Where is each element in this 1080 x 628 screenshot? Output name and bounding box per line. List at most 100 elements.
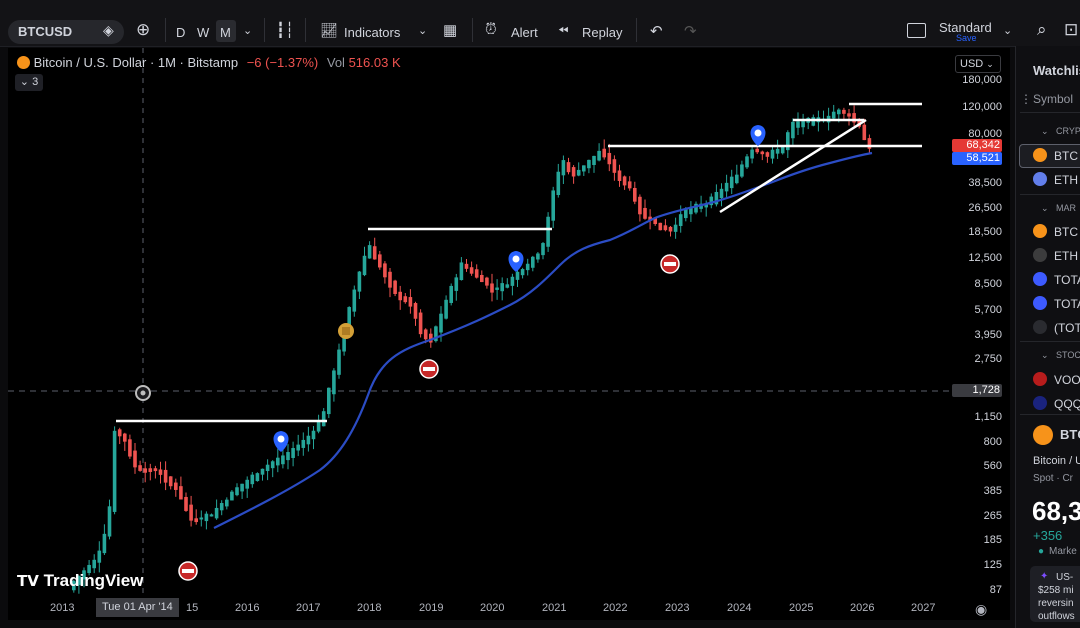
- time-axis-label: 2025: [789, 602, 814, 614]
- drag-handle-icon[interactable]: ⋮: [1020, 92, 1032, 106]
- candle-body: [531, 256, 535, 268]
- candle-body: [622, 176, 627, 186]
- candle-body: [194, 518, 198, 523]
- candle-body: [490, 283, 494, 293]
- watchlist-title[interactable]: Watchlis: [1033, 63, 1080, 78]
- candle-body: [383, 263, 387, 278]
- candle-body: [230, 491, 234, 501]
- watchlist-item[interactable]: VOO: [1054, 373, 1080, 387]
- watchlist-item[interactable]: ETH: [1054, 173, 1078, 187]
- section-markets-chevron[interactable]: ⌄: [1041, 203, 1049, 214]
- candle-body: [811, 117, 816, 126]
- candle-body: [255, 473, 260, 482]
- candle-body: [791, 121, 795, 139]
- watchlist-item[interactable]: TOTA: [1054, 273, 1080, 287]
- currency-dropdown[interactable]: USD ⌄: [955, 55, 1001, 73]
- candle-body: [225, 499, 229, 507]
- time-axis-label: 2022: [603, 602, 628, 614]
- candle-body: [291, 448, 295, 458]
- candle-body: [321, 411, 326, 427]
- candle-body: [525, 263, 530, 271]
- price-axis-label: 180,000: [962, 74, 1002, 86]
- candle-body: [408, 297, 413, 307]
- candle-body: [362, 255, 367, 276]
- candle-body: [546, 216, 550, 247]
- candle-body: [123, 433, 127, 442]
- eye-settings-icon[interactable]: ◉: [975, 601, 987, 618]
- watchlist-item[interactable]: TOTA: [1054, 297, 1080, 311]
- candle-body: [719, 188, 724, 199]
- candle-body: [592, 155, 596, 165]
- candle-body: [678, 214, 683, 227]
- candle-body: [388, 271, 392, 288]
- chevron-down-icon: ⌄: [19, 76, 30, 88]
- section-markets[interactable]: MAR: [1056, 203, 1076, 213]
- candle-body: [750, 149, 754, 159]
- candle-body: [780, 146, 785, 154]
- candle-body: [831, 111, 836, 119]
- watchlist-item[interactable]: BTC: [1054, 149, 1078, 163]
- candle-body: [133, 450, 137, 468]
- price-axis-label: 385: [983, 485, 1002, 497]
- ethereum-icon: [1033, 248, 1047, 262]
- bitcoin-icon: [1033, 425, 1053, 445]
- candle-body: [505, 284, 510, 288]
- section-stocks-chevron[interactable]: ⌄: [1041, 350, 1049, 361]
- candle-body: [643, 207, 647, 219]
- candle-body: [306, 435, 311, 445]
- candle-body: [740, 164, 744, 177]
- time-axis-label: 2017: [296, 602, 321, 614]
- symbol-column-header[interactable]: Symbol: [1033, 92, 1073, 106]
- halving-pin-2016: [273, 431, 289, 452]
- candle-body: [469, 267, 474, 274]
- candle-body: [398, 291, 402, 301]
- section-crypto-chevron[interactable]: ⌄: [1041, 126, 1049, 137]
- candle-body: [148, 468, 153, 472]
- candle-body: [837, 109, 841, 115]
- legend-vol-label: Vol: [326, 55, 345, 70]
- price-axis-label: 1,150: [974, 411, 1002, 423]
- bottom-marker-2015: [178, 561, 198, 581]
- candle-body: [199, 517, 204, 520]
- candle-body: [184, 496, 188, 511]
- ethereum-icon: [1033, 172, 1047, 186]
- candle-body: [556, 171, 561, 196]
- chart-legend: Bitcoin / U.S. Dollar · 1M · Bitstamp −6…: [17, 55, 401, 70]
- halving-pin-2024: [750, 125, 766, 146]
- candle-body: [663, 225, 668, 231]
- candle-body: [597, 150, 601, 161]
- candle-body: [97, 550, 102, 563]
- candle-body: [357, 271, 362, 292]
- currency-chevron-icon: ⌄: [986, 59, 994, 69]
- crosshair-price-tag: 1,728: [952, 384, 1002, 397]
- candle-body: [270, 461, 275, 469]
- section-stocks[interactable]: STOC: [1056, 350, 1080, 360]
- price-axis-label: 3,950: [974, 329, 1002, 341]
- candle-body: [102, 533, 107, 554]
- indicator-collapse-button[interactable]: ⌄ 3: [15, 74, 43, 91]
- candle-body: [168, 476, 173, 487]
- candle-body: [775, 148, 780, 154]
- legend-title[interactable]: Bitcoin / U.S. Dollar · 1M · Bitstamp: [34, 55, 238, 70]
- watchlist-item[interactable]: QQQ: [1054, 397, 1080, 411]
- candle-body: [403, 296, 408, 303]
- candle-body: [571, 167, 576, 177]
- watchlist-item[interactable]: ETH: [1054, 249, 1078, 263]
- invesco-icon: [1033, 396, 1047, 410]
- price-axis-label: 265: [983, 510, 1002, 522]
- section-crypto[interactable]: CRYP: [1056, 126, 1080, 136]
- candle-body: [174, 482, 178, 490]
- candle-body: [673, 224, 678, 232]
- news-line: reversin: [1038, 598, 1074, 609]
- candle-body: [311, 430, 316, 440]
- candle-body: [755, 148, 759, 153]
- time-axis-label: 2016: [235, 602, 260, 614]
- candle-body: [444, 299, 448, 319]
- candle-body: [143, 468, 147, 473]
- watchlist-item[interactable]: (TOT: [1054, 321, 1080, 335]
- candle-body: [449, 285, 453, 303]
- candle-body: [765, 152, 770, 157]
- chart-canvas[interactable]: [0, 0, 1080, 628]
- detail-symbol[interactable]: BTC: [1060, 427, 1080, 442]
- watchlist-item[interactable]: BTC: [1054, 225, 1078, 239]
